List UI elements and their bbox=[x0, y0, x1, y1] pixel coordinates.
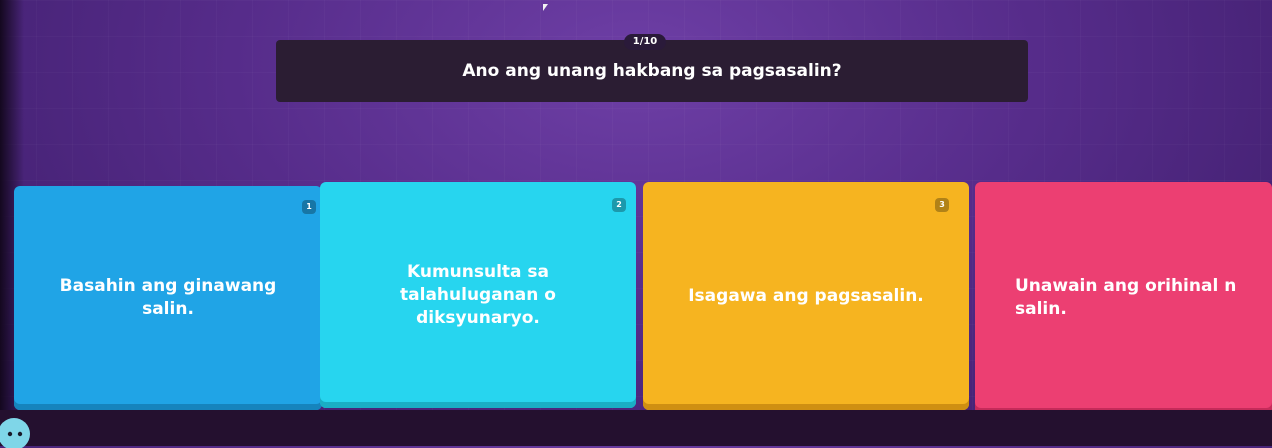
bottom-bar bbox=[0, 410, 1272, 446]
question-counter: 1/10 bbox=[624, 34, 666, 50]
player-avatar-icon bbox=[0, 418, 30, 448]
option-number-badge: 3 bbox=[935, 198, 949, 212]
answer-option-4[interactable]: Unawain ang orihinal n salin. bbox=[975, 182, 1272, 414]
question-text: Ano ang unang hakbang sa pagsasalin? bbox=[462, 61, 842, 81]
arrow-cursor-icon bbox=[543, 4, 548, 11]
option-label: Basahin ang ginawang salin. bbox=[59, 276, 277, 319]
answer-option-2[interactable]: 2 Kumunsulta sa talahuluganan o diksyuna… bbox=[320, 182, 636, 408]
option-label: Kumunsulta sa talahuluganan o diksyunary… bbox=[400, 261, 556, 328]
option-label: Unawain ang orihinal n salin. bbox=[1015, 276, 1237, 319]
option-label: Isagawa ang pagsasalin. bbox=[688, 285, 924, 306]
answer-option-3[interactable]: 3 Isagawa ang pagsasalin. bbox=[643, 182, 969, 410]
answer-option-1[interactable]: 1 Basahin ang ginawang salin. bbox=[14, 186, 322, 410]
option-number-badge: 1 bbox=[302, 200, 316, 214]
option-number-badge: 2 bbox=[612, 198, 626, 212]
